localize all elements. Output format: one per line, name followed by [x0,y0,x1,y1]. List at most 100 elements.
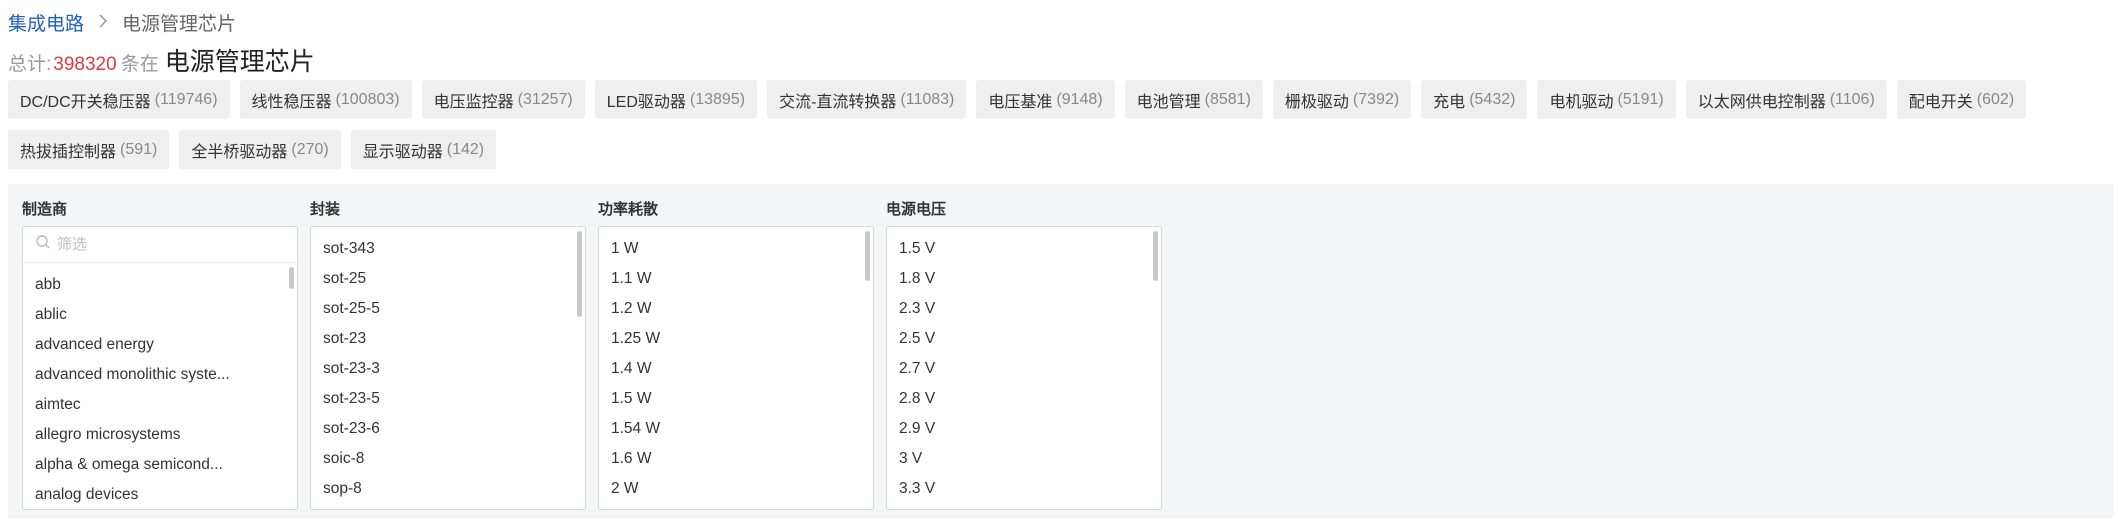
tag-label: 电压基准 [988,93,1053,111]
category-tag[interactable]: 热拔插控制器 (591) [8,130,170,169]
list-item[interactable]: sot-23-6 [311,414,571,444]
tag-label: 以太网供电控制器 [1697,93,1826,111]
list-item[interactable]: 1.5 V [887,234,1147,264]
list-item[interactable]: 2.9 V [887,414,1147,444]
page-title: 电源管理芯片 [164,48,315,76]
tag-label: 栅极驱动 [1284,93,1349,111]
list-item[interactable]: 2.7 V [887,354,1147,384]
tag-count: (7392) [1352,90,1400,108]
list-item[interactable]: ablic [23,300,283,330]
breadcrumb-link-root[interactable]: 集成电路 [8,9,84,36]
tag-label: 线性稳压器 [251,93,332,111]
list-item[interactable]: advanced monolithic syste... [23,360,283,390]
list-item[interactable]: advanced energy [23,330,283,360]
category-tag[interactable]: 电池管理 (8581) [1124,80,1263,119]
list-item[interactable]: sot-23-3 [311,354,571,384]
list-item[interactable]: sot-343 [311,234,571,264]
list-item[interactable]: allegro microsystems [23,420,283,450]
category-tags: DC/DC开关稳压器 (119746) 线性稳压器 (100803) 电压监控器 (3… [8,80,2098,169]
tag-count: (119746) [154,90,218,108]
tag-count: (13895) [689,90,746,108]
power-list[interactable]: 1 W 1.1 W 1.2 W 1.25 W 1.4 W 1.5 W 1.54 … [598,226,874,510]
tag-label: LED驱动器 [606,93,686,111]
category-tag[interactable]: 线性稳压器 (100803) [239,80,412,119]
category-tag[interactable]: 交流-直流转换器 (11083) [767,80,967,119]
scrollbar-thumb[interactable] [1153,231,1158,281]
tag-label: DC/DC开关稳压器 [20,93,151,111]
list-item[interactable]: 2.8 V [887,384,1147,414]
list-item[interactable]: analog devices [23,480,283,509]
scrollbar-thumb[interactable] [577,231,582,317]
filter-supply-voltage: 电源电压 1.5 V 1.8 V 2.3 V 2.5 V 2.7 V 2.8 V… [872,198,1162,510]
category-tag[interactable]: 以太网供电控制器 (1106) [1685,80,1887,119]
category-tag[interactable]: 栅极驱动 (7392) [1272,80,1412,119]
list-item[interactable]: 1 W [599,234,859,264]
category-tag[interactable]: 电压监控器 (31257) [421,80,585,119]
page: 集成电路 电源管理芯片 总计: 398320 条在 电源管理芯片 DC/DC开关… [0,0,2118,530]
tag-count: (602) [1976,90,2015,108]
list-item[interactable]: 1.2 W [599,294,859,324]
tag-label: 电压监控器 [433,93,514,111]
list-item[interactable]: 1.1 W [599,264,859,294]
tag-count: (270) [291,140,329,158]
tag-count: (9148) [1056,90,1103,108]
manufacturer-search-input[interactable] [57,236,277,253]
tag-label: 充电 [1433,93,1466,111]
filter-title: 封装 [310,201,341,218]
list-item[interactable]: aimtec [23,390,283,420]
tag-count: (100803) [335,90,400,108]
list-item[interactable]: 1.8 V [887,264,1147,294]
voltage-list[interactable]: 1.5 V 1.8 V 2.3 V 2.5 V 2.7 V 2.8 V 2.9 … [886,226,1162,510]
list-item[interactable]: sot-23 [311,324,571,354]
list-item[interactable]: sot-23-5 [311,384,571,414]
category-tag[interactable]: DC/DC开关稳压器 (119746) [8,80,230,119]
tag-count: (11083) [900,90,955,108]
list-item[interactable]: sop-8 [311,474,571,504]
list-item[interactable]: 3.3 V [887,474,1147,504]
list-item[interactable]: 2 W [599,474,859,504]
tag-label: 电池管理 [1136,93,1201,111]
list-item[interactable]: alpha & omega semicond... [23,450,283,480]
list-item[interactable]: 1.4 W [599,354,859,384]
list-item[interactable]: sot-25-5 [311,294,571,324]
category-tag[interactable]: 显示驱动器 (142) [350,130,497,169]
category-tag[interactable]: 电机驱动 (5191) [1537,80,1676,119]
tag-count: (31257) [517,90,573,108]
list-item[interactable]: 1.54 W [599,414,859,444]
filter-title: 功率耗散 [598,201,659,218]
tag-label: 全半桥驱动器 [191,143,288,161]
total-count: 398320 [53,54,117,75]
search-icon [35,234,51,255]
list-item[interactable]: 3 V [887,444,1147,474]
list-item[interactable]: 2.3 V [887,294,1147,324]
category-tag[interactable]: 充电 (5432) [1421,80,1528,119]
tag-count: (591) [120,140,158,158]
list-item[interactable]: 2.5 V [887,324,1147,354]
category-tag[interactable]: 电压基准 (9148) [976,80,1115,119]
manufacturer-list[interactable]: abb ablic advanced energy advanced monol… [22,226,298,510]
filter-title: 制造商 [22,201,68,218]
filter-manufacturer: 制造商 abb ablic advanced energy advanced m… [8,198,298,510]
list-item[interactable]: sot-25 [311,264,571,294]
breadcrumb-current: 电源管理芯片 [122,13,237,35]
tag-count: (5191) [1617,90,1664,108]
tag-count: (5432) [1469,90,1516,108]
category-tag[interactable]: 配电开关 (602) [1896,80,2027,119]
tag-count: (8581) [1204,90,1251,108]
total-unit: 条在 [120,54,159,75]
tag-label: 热拔插控制器 [20,143,117,161]
list-item[interactable]: soic-8 [311,444,571,474]
tag-label: 配电开关 [1908,93,1973,111]
package-list[interactable]: sot-343 sot-25 sot-25-5 sot-23 sot-23-3 … [310,226,586,510]
tag-label: 电机驱动 [1549,93,1614,111]
category-tag[interactable]: 全半桥驱动器 (270) [179,130,341,169]
scrollbar-thumb[interactable] [289,267,294,289]
list-item[interactable]: 1.25 W [599,324,859,354]
tag-label: 显示驱动器 [362,143,443,161]
scrollbar-thumb[interactable] [865,231,870,281]
category-tag[interactable]: LED驱动器 (13895) [594,80,758,119]
filter-package: 封装 sot-343 sot-25 sot-25-5 sot-23 sot-23… [296,198,586,510]
list-item[interactable]: abb [23,270,283,300]
list-item[interactable]: 1.5 W [599,384,859,414]
list-item[interactable]: 1.6 W [599,444,859,474]
